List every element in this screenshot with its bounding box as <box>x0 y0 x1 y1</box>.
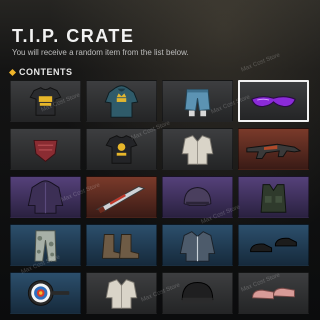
crate-item-slot[interactable] <box>10 128 81 170</box>
crate-item-slot[interactable] <box>162 80 233 122</box>
crate-item-slot[interactable] <box>86 224 157 266</box>
purple-sunglasses-icon <box>251 96 296 108</box>
crate-item-slot[interactable] <box>10 80 81 122</box>
crate-item-slot[interactable] <box>86 128 157 170</box>
blue-jacket-icon <box>179 231 216 262</box>
crate-item-slot[interactable] <box>238 272 309 314</box>
tshirt-yellow-print-icon <box>29 87 62 116</box>
beanie-icon <box>181 282 214 304</box>
shorts-blue-icon <box>184 89 211 117</box>
contents-label: CONTENTS <box>19 67 73 77</box>
tshirt-logo-icon <box>105 135 138 164</box>
crate-item-slot[interactable] <box>10 176 81 218</box>
hoodie-crown-icon <box>104 85 139 118</box>
bandana-mask-icon <box>33 139 58 162</box>
weapon-blade-skin-icon <box>95 186 146 214</box>
crate-item-slot[interactable] <box>86 272 157 314</box>
white-shirt-icon <box>181 135 214 165</box>
crate-item-slot[interactable] <box>86 80 157 122</box>
crate-subtitle: You will receive a random item from the … <box>12 48 189 57</box>
tactical-vest-icon <box>260 184 287 213</box>
combat-boots-icon <box>101 234 140 259</box>
diamond-icon <box>8 68 17 76</box>
crate-title: T.I.P. CRATE <box>12 26 135 46</box>
crate-item-slot[interactable] <box>238 80 309 122</box>
crate-item-slot[interactable] <box>86 176 157 218</box>
crate-item-slot[interactable] <box>10 224 81 266</box>
pan-target-icon <box>27 280 70 306</box>
crate-item-slot[interactable] <box>238 128 309 170</box>
dress-shoes-icon <box>250 237 297 253</box>
purple-jacket-icon <box>27 180 64 214</box>
helmet-purple-icon <box>183 186 212 207</box>
crate-item-slot[interactable] <box>162 224 233 266</box>
contents-heading: CONTENTS <box>8 67 73 77</box>
crate-item-slot[interactable] <box>238 224 309 266</box>
rifle-skin-icon <box>246 143 302 159</box>
crate-item-slot[interactable] <box>238 176 309 218</box>
crate-header: T.I.P. CRATE You will receive a random i… <box>12 26 312 58</box>
item-grid <box>10 80 310 320</box>
crate-item-slot[interactable] <box>162 176 233 218</box>
camo-pants-icon <box>34 230 57 262</box>
crate-item-slot[interactable] <box>162 128 233 170</box>
white-shirt-icon <box>105 279 138 309</box>
crate-item-slot[interactable] <box>10 272 81 314</box>
crate-item-slot[interactable] <box>162 272 233 314</box>
pink-slippers-icon <box>252 287 295 300</box>
